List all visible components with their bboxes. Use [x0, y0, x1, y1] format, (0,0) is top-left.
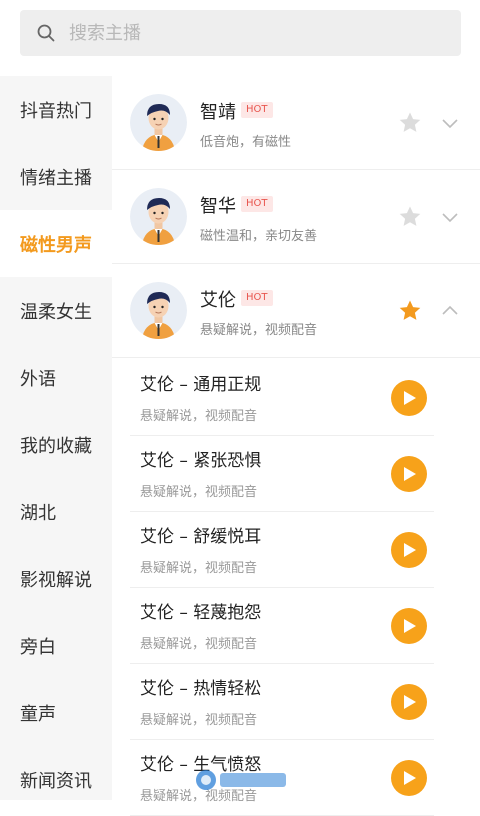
sample-item[interactable]: 艾伦 – 舒缓悦耳 悬疑解说，视频配音 — [130, 512, 434, 588]
anchor-row[interactable]: 智华 HOT 磁性温和，亲切友善 — [112, 170, 480, 264]
anchor-description: 悬疑解说，视频配音 — [200, 323, 318, 338]
chevron-down-icon[interactable] — [442, 116, 458, 130]
sample-description: 悬疑解说，视频配音 — [140, 637, 258, 652]
sidebar-item-foreign[interactable]: 外语 — [0, 344, 112, 411]
sample-title: 艾伦 – 紧张恐惧 — [140, 451, 262, 471]
avatar — [130, 282, 187, 339]
sidebar-item-narration[interactable]: 旁白 — [0, 612, 112, 679]
sample-item[interactable]: 艾伦 – 热情轻松 悬疑解说，视频配音 — [130, 664, 434, 740]
sample-item[interactable]: 艾伦 – 紧张恐惧 悬疑解说，视频配音 — [130, 436, 434, 512]
sidebar-item-douyin-hot[interactable]: 抖音热门 — [0, 76, 112, 143]
search-input[interactable] — [67, 21, 411, 45]
search-bar — [0, 0, 480, 76]
watermark-logo — [196, 770, 286, 790]
sidebar-item-magnetic-male[interactable]: 磁性男声 — [0, 210, 112, 277]
hot-badge: HOT — [241, 102, 273, 118]
play-button[interactable] — [391, 532, 427, 568]
sidebar-item-film-commentary[interactable]: 影视解说 — [0, 545, 112, 612]
sample-item[interactable]: 艾伦 – 轻蔑抱怨 悬疑解说，视频配音 — [130, 588, 434, 664]
play-button[interactable] — [391, 760, 427, 796]
sidebar-item-hubei[interactable]: 湖北 — [0, 478, 112, 545]
sample-description: 悬疑解说，视频配音 — [140, 561, 258, 576]
sample-title: 艾伦 – 热情轻松 — [140, 679, 262, 699]
star-icon[interactable] — [398, 111, 422, 135]
play-icon — [404, 543, 416, 557]
search-icon — [37, 24, 55, 42]
anchor-description: 低音炮，有磁性 — [200, 135, 292, 150]
sidebar-item-news[interactable]: 新闻资讯 — [0, 746, 112, 813]
sidebar-item-favorites[interactable]: 我的收藏 — [0, 411, 112, 478]
avatar — [130, 94, 187, 151]
category-sidebar: 抖音热门 情绪主播 磁性男声 温柔女生 外语 我的收藏 湖北 影视解说 旁白 童… — [0, 76, 112, 800]
play-icon — [404, 695, 416, 709]
sample-title: 艾伦 – 轻蔑抱怨 — [140, 603, 262, 623]
play-icon — [404, 771, 416, 785]
sample-description: 悬疑解说，视频配音 — [140, 485, 258, 500]
sample-title: 艾伦 – 通用正规 — [140, 375, 262, 395]
chevron-up-icon[interactable] — [442, 304, 458, 318]
sidebar-item-child-voice[interactable]: 童声 — [0, 679, 112, 746]
hot-badge: HOT — [241, 196, 273, 212]
play-button[interactable] — [391, 456, 427, 492]
play-button[interactable] — [391, 380, 427, 416]
sample-item[interactable]: 艾伦 – 通用正规 悬疑解说，视频配音 — [130, 360, 434, 436]
play-icon — [404, 619, 416, 633]
star-icon[interactable] — [398, 299, 422, 323]
search-box[interactable] — [20, 10, 461, 56]
chevron-down-icon[interactable] — [442, 210, 458, 224]
sidebar-item-emotion[interactable]: 情绪主播 — [0, 143, 112, 210]
sample-title: 艾伦 – 舒缓悦耳 — [140, 527, 262, 547]
play-button[interactable] — [391, 608, 427, 644]
sample-description: 悬疑解说，视频配音 — [140, 409, 258, 424]
play-icon — [404, 467, 416, 481]
anchor-list: 智靖 HOT 低音炮，有磁性 智华 HOT 磁性温和，亲切友善 艾伦 HOT 悬… — [112, 76, 480, 816]
anchor-name: 智靖 — [200, 102, 236, 123]
anchor-row[interactable]: 艾伦 HOT 悬疑解说，视频配音 — [112, 264, 480, 358]
anchor-description: 磁性温和，亲切友善 — [200, 229, 318, 244]
avatar — [130, 188, 187, 245]
sidebar-item-gentle-female[interactable]: 温柔女生 — [0, 277, 112, 344]
play-icon — [404, 391, 416, 405]
sample-description: 悬疑解说，视频配音 — [140, 713, 258, 728]
anchor-name: 智华 — [200, 196, 236, 217]
anchor-row[interactable]: 智靖 HOT 低音炮，有磁性 — [112, 76, 480, 170]
hot-badge: HOT — [241, 290, 273, 306]
anchor-name: 艾伦 — [200, 290, 236, 311]
star-icon[interactable] — [398, 205, 422, 229]
play-button[interactable] — [391, 684, 427, 720]
